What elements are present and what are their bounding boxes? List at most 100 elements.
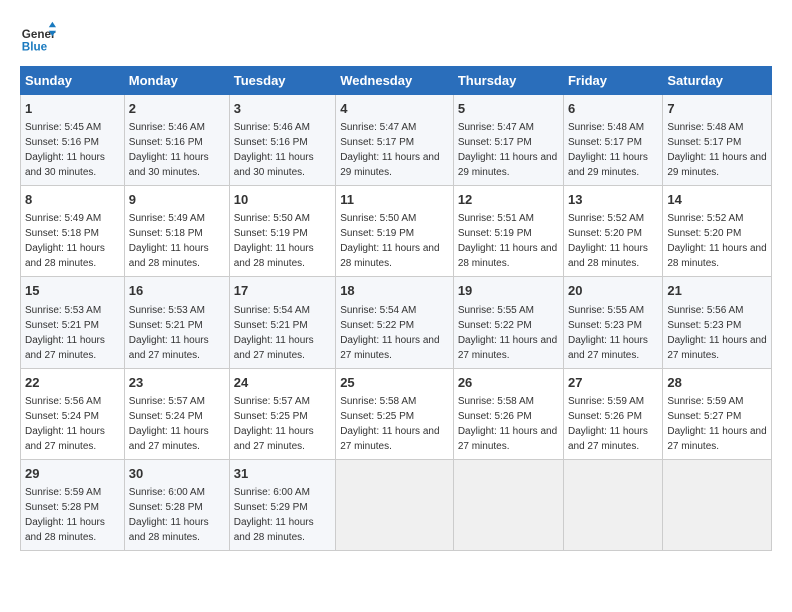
day-cell: 4 Sunrise: 5:47 AMSunset: 5:17 PMDaylight… [336, 95, 454, 186]
header-cell-sunday: Sunday [21, 67, 125, 95]
day-info: Sunrise: 5:59 AMSunset: 5:26 PMDaylight:… [568, 396, 648, 452]
day-info: Sunrise: 5:52 AMSunset: 5:20 PMDaylight:… [568, 213, 648, 269]
day-info: Sunrise: 5:49 AMSunset: 5:18 PMDaylight:… [129, 213, 209, 269]
day-number: 23 [129, 374, 225, 392]
day-cell: 16 Sunrise: 5:53 AMSunset: 5:21 PMDayligh… [124, 277, 229, 368]
day-info: Sunrise: 5:50 AMSunset: 5:19 PMDaylight:… [234, 213, 314, 269]
day-number: 28 [667, 374, 767, 392]
day-number: 2 [129, 100, 225, 118]
day-cell [663, 459, 772, 550]
day-cell: 23 Sunrise: 5:57 AMSunset: 5:24 PMDayligh… [124, 368, 229, 459]
day-info: Sunrise: 5:57 AMSunset: 5:24 PMDaylight:… [129, 396, 209, 452]
header-cell-saturday: Saturday [663, 67, 772, 95]
day-number: 26 [458, 374, 559, 392]
day-number: 25 [340, 374, 449, 392]
day-number: 22 [25, 374, 120, 392]
day-number: 13 [568, 191, 658, 209]
day-cell: 7Sunrise: 5:48 AMSunset: 5:17 PMDaylight… [663, 95, 772, 186]
day-cell: 8 Sunrise: 5:49 AMSunset: 5:18 PMDaylight… [21, 186, 125, 277]
header-row: SundayMondayTuesdayWednesdayThursdayFrid… [21, 67, 772, 95]
day-number: 3 [234, 100, 331, 118]
day-info: Sunrise: 5:52 AMSunset: 5:20 PMDaylight:… [667, 213, 766, 269]
day-cell: 22 Sunrise: 5:56 AMSunset: 5:24 PMDayligh… [21, 368, 125, 459]
day-cell: 24Sunrise: 5:57 AMSunset: 5:25 PMDayligh… [229, 368, 335, 459]
day-cell: 30Sunrise: 6:00 AMSunset: 5:28 PMDayligh… [124, 459, 229, 550]
day-cell [563, 459, 662, 550]
day-number: 16 [129, 282, 225, 300]
day-info: Sunrise: 5:58 AMSunset: 5:26 PMDaylight:… [458, 396, 557, 452]
day-number: 30 [129, 465, 225, 483]
day-info: Sunrise: 5:55 AMSunset: 5:23 PMDaylight:… [568, 305, 648, 361]
day-cell: 5Sunrise: 5:47 AMSunset: 5:17 PMDaylight… [453, 95, 563, 186]
day-number: 31 [234, 465, 331, 483]
day-cell: 9Sunrise: 5:49 AMSunset: 5:18 PMDaylight… [124, 186, 229, 277]
day-number: 5 [458, 100, 559, 118]
day-info: Sunrise: 5:56 AMSunset: 5:24 PMDaylight:… [25, 396, 105, 452]
day-number: 11 [340, 191, 449, 209]
day-info: Sunrise: 5:53 AMSunset: 5:21 PMDaylight:… [25, 305, 105, 361]
day-cell: 20 Sunrise: 5:55 AMSunset: 5:23 PMDayligh… [563, 277, 662, 368]
day-cell: 14 Sunrise: 5:52 AMSunset: 5:20 PMDayligh… [663, 186, 772, 277]
day-cell [453, 459, 563, 550]
day-number: 12 [458, 191, 559, 209]
day-number: 21 [667, 282, 767, 300]
day-number: 8 [25, 191, 120, 209]
day-number: 18 [340, 282, 449, 300]
logo: General Blue [20, 20, 56, 56]
day-cell: 31 Sunrise: 6:00 AMSunset: 5:29 PMDayligh… [229, 459, 335, 550]
day-cell: 1 Sunrise: 5:45 AMSunset: 5:16 PMDaylight… [21, 95, 125, 186]
day-number: 29 [25, 465, 120, 483]
day-cell: 13 Sunrise: 5:52 AMSunset: 5:20 PMDayligh… [563, 186, 662, 277]
day-cell: 18 Sunrise: 5:54 AMSunset: 5:22 PMDayligh… [336, 277, 454, 368]
day-cell: 27 Sunrise: 5:59 AMSunset: 5:26 PMDayligh… [563, 368, 662, 459]
day-info: Sunrise: 5:51 AMSunset: 5:19 PMDaylight:… [458, 213, 557, 269]
week-row-4: 22 Sunrise: 5:56 AMSunset: 5:24 PMDayligh… [21, 368, 772, 459]
day-info: Sunrise: 5:54 AMSunset: 5:22 PMDaylight:… [340, 305, 439, 361]
day-number: 4 [340, 100, 449, 118]
day-info: Sunrise: 5:54 AMSunset: 5:21 PMDaylight:… [234, 305, 314, 361]
day-info: Sunrise: 5:58 AMSunset: 5:25 PMDaylight:… [340, 396, 439, 452]
day-cell: 21 Sunrise: 5:56 AMSunset: 5:23 PMDayligh… [663, 277, 772, 368]
day-info: Sunrise: 6:00 AMSunset: 5:29 PMDaylight:… [234, 487, 314, 543]
day-cell: 12 Sunrise: 5:51 AMSunset: 5:19 PMDayligh… [453, 186, 563, 277]
day-info: Sunrise: 5:59 AMSunset: 5:28 PMDaylight:… [25, 487, 105, 543]
day-number: 7 [667, 100, 767, 118]
day-cell: 6Sunrise: 5:48 AMSunset: 5:17 PMDaylight… [563, 95, 662, 186]
day-info: Sunrise: 5:49 AMSunset: 5:18 PMDaylight:… [25, 213, 105, 269]
header-cell-friday: Friday [563, 67, 662, 95]
day-number: 15 [25, 282, 120, 300]
day-info: Sunrise: 5:46 AMSunset: 5:16 PMDaylight:… [129, 122, 209, 178]
day-info: Sunrise: 5:53 AMSunset: 5:21 PMDaylight:… [129, 305, 209, 361]
day-cell: 28Sunrise: 5:59 AMSunset: 5:27 PMDayligh… [663, 368, 772, 459]
day-cell: 11 Sunrise: 5:50 AMSunset: 5:19 PMDayligh… [336, 186, 454, 277]
day-info: Sunrise: 5:50 AMSunset: 5:19 PMDaylight:… [340, 213, 439, 269]
day-info: Sunrise: 5:55 AMSunset: 5:22 PMDaylight:… [458, 305, 557, 361]
day-cell: 19Sunrise: 5:55 AMSunset: 5:22 PMDayligh… [453, 277, 563, 368]
day-cell: 25 Sunrise: 5:58 AMSunset: 5:25 PMDayligh… [336, 368, 454, 459]
day-info: Sunrise: 5:46 AMSunset: 5:16 PMDaylight:… [234, 122, 314, 178]
header-cell-tuesday: Tuesday [229, 67, 335, 95]
day-info: Sunrise: 5:47 AMSunset: 5:17 PMDaylight:… [340, 122, 439, 178]
svg-text:General: General [22, 28, 56, 41]
day-number: 1 [25, 100, 120, 118]
day-info: Sunrise: 5:56 AMSunset: 5:23 PMDaylight:… [667, 305, 766, 361]
calendar-table: SundayMondayTuesdayWednesdayThursdayFrid… [20, 66, 772, 551]
day-number: 20 [568, 282, 658, 300]
week-row-1: 1 Sunrise: 5:45 AMSunset: 5:16 PMDaylight… [21, 95, 772, 186]
day-number: 14 [667, 191, 767, 209]
svg-text:Blue: Blue [22, 41, 48, 54]
day-info: Sunrise: 5:48 AMSunset: 5:17 PMDaylight:… [568, 122, 648, 178]
day-cell: 29 Sunrise: 5:59 AMSunset: 5:28 PMDayligh… [21, 459, 125, 550]
day-cell: 26 Sunrise: 5:58 AMSunset: 5:26 PMDayligh… [453, 368, 563, 459]
day-cell [336, 459, 454, 550]
day-cell: 3 Sunrise: 5:46 AMSunset: 5:16 PMDaylight… [229, 95, 335, 186]
week-row-5: 29 Sunrise: 5:59 AMSunset: 5:28 PMDayligh… [21, 459, 772, 550]
day-number: 27 [568, 374, 658, 392]
day-info: Sunrise: 5:45 AMSunset: 5:16 PMDaylight:… [25, 122, 105, 178]
week-row-3: 15 Sunrise: 5:53 AMSunset: 5:21 PMDayligh… [21, 277, 772, 368]
header-cell-thursday: Thursday [453, 67, 563, 95]
header-cell-wednesday: Wednesday [336, 67, 454, 95]
day-number: 24 [234, 374, 331, 392]
day-cell: 17Sunrise: 5:54 AMSunset: 5:21 PMDayligh… [229, 277, 335, 368]
day-cell: 15 Sunrise: 5:53 AMSunset: 5:21 PMDayligh… [21, 277, 125, 368]
